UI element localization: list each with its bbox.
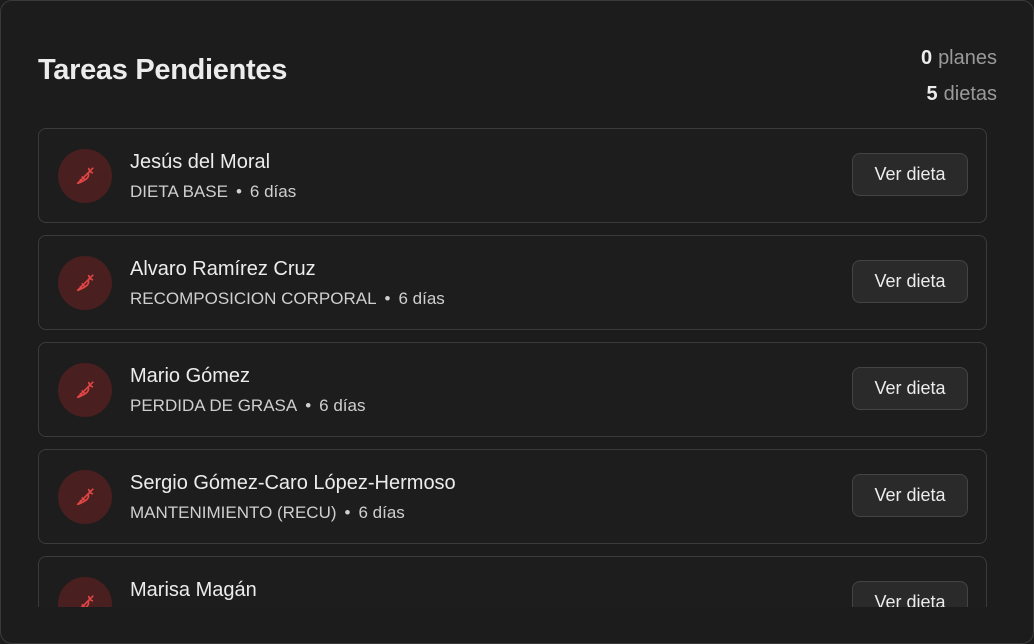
- counters: 0 planes 5 dietas: [921, 40, 997, 112]
- plans-counter: 0 planes: [921, 40, 997, 76]
- plan-name: RECOMPOSICION CORPORAL: [130, 289, 377, 308]
- diets-counter: 5 dietas: [921, 76, 998, 112]
- plan-name: MANTENIMIENTO (RECU): [130, 503, 337, 522]
- client-name: Alvaro Ramírez Cruz: [130, 258, 316, 280]
- separator-dot: •: [305, 396, 312, 415]
- task-meta: RECOMPOSICION CORPORAL • 6 días: [130, 289, 445, 309]
- task-row: Alvaro Ramírez Cruz RECOMPOSICION CORPOR…: [38, 235, 987, 330]
- view-diet-button[interactable]: Ver dieta: [852, 367, 968, 410]
- pending-tasks-panel: Tareas Pendientes 0 planes 5 dietas Jesús …: [0, 0, 1034, 644]
- plans-label: planes: [938, 47, 997, 69]
- panel-title: Tareas Pendientes: [38, 54, 288, 86]
- task-list[interactable]: Jesús del Moral DIETA BASE • 6 días Ver di…: [38, 128, 987, 607]
- separator-dot: •: [344, 503, 351, 522]
- task-meta: PERDIDA DE GRASA • 6 días: [130, 396, 365, 416]
- days-left: 6 días: [319, 396, 366, 415]
- plan-name: PERDIDA DE GRASA: [130, 396, 298, 415]
- task-row: Mario Gómez PERDIDA DE GRASA • 6 días Ver …: [38, 342, 987, 437]
- carrot-icon: [58, 149, 112, 203]
- view-diet-button[interactable]: Ver dieta: [852, 581, 968, 607]
- task-row: Jesús del Moral DIETA BASE • 6 días Ver di…: [38, 128, 987, 223]
- days-left: 6 días: [398, 289, 445, 308]
- carrot-icon: [58, 577, 112, 607]
- plans-count: 0: [920, 47, 933, 69]
- diets-label: dietas: [943, 83, 997, 105]
- view-diet-button[interactable]: Ver dieta: [852, 260, 968, 303]
- client-name: Jesús del Moral: [130, 151, 271, 173]
- plan-name: DIETA BASE: [130, 182, 228, 201]
- task-meta: MANTENIMIENTO (RECU) • 6 días: [130, 503, 405, 523]
- days-left: 6 días: [358, 503, 405, 522]
- client-name: Marisa Magán: [130, 579, 257, 601]
- view-diet-button[interactable]: Ver dieta: [852, 474, 968, 517]
- separator-dot: •: [235, 182, 242, 201]
- client-name: Sergio Gómez-Caro López-Hermoso: [130, 472, 456, 494]
- task-row: Sergio Gómez-Caro López-Hermoso MANTENIM…: [38, 449, 987, 544]
- diets-count: 5: [926, 83, 938, 105]
- carrot-icon: [58, 256, 112, 310]
- task-row: Marisa Magán Ver dieta: [38, 556, 987, 607]
- task-meta: DIETA BASE • 6 días: [130, 182, 296, 202]
- days-left: 6 días: [249, 182, 297, 201]
- view-diet-button[interactable]: Ver dieta: [852, 153, 968, 196]
- client-name: Mario Gómez: [130, 365, 251, 387]
- carrot-icon: [58, 363, 112, 417]
- carrot-icon: [58, 470, 112, 524]
- separator-dot: •: [384, 289, 391, 308]
